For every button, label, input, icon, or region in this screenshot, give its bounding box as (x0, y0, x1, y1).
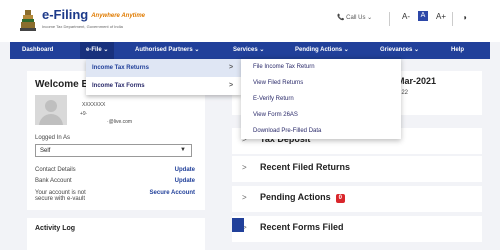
accordion-title-text: Pending Actions (260, 192, 331, 202)
pending-count-badge: 0 (335, 194, 346, 203)
menu-item-income-tax-forms[interactable]: Income Tax Forms > (86, 77, 241, 95)
phone-icon: 📞 (337, 15, 345, 21)
font-decrease-button[interactable]: A- (402, 12, 410, 21)
logged-in-as-label: Logged In As (35, 135, 71, 141)
divider (389, 12, 390, 26)
user-email: ·@live.com (107, 119, 133, 125)
call-us-label: Call Us (346, 15, 366, 21)
activity-log-title: Activity Log (35, 225, 76, 232)
submenu-view-filed-returns[interactable]: View Filed Returns (241, 75, 401, 91)
activity-log-card[interactable]: Activity Log (27, 218, 205, 250)
avatar-body (39, 114, 63, 125)
top-header: e-Filing Anywhere Anytime Income Tax Depa… (0, 0, 500, 42)
logo-text: e-Filing (42, 7, 89, 22)
accordion-recent-forms-filed[interactable]: > Recent Forms Filed (232, 216, 482, 242)
national-emblem-icon (20, 10, 36, 31)
selected-value: Self (40, 148, 51, 154)
accordion-title: Pending Actions 0 (260, 192, 346, 203)
logged-in-as-select[interactable]: Self ▼ (35, 144, 192, 157)
submenu-label: Download Pre-Filled Data (253, 128, 322, 134)
user-name: XXXXXXX (82, 102, 106, 108)
site-logo[interactable]: e-Filing Anywhere Anytime (42, 7, 145, 22)
submenu-e-verify-return[interactable]: E-Verify Return (241, 91, 401, 107)
nav-efile[interactable]: e-File ⌄ (80, 42, 115, 59)
submenu-view-form-26as[interactable]: View Form 26AS (241, 107, 401, 123)
efile-dropdown-menu: Income Tax Returns > Income Tax Forms > (86, 59, 241, 95)
submenu-download-prefilled-data[interactable]: Download Pre-Filled Data (241, 123, 401, 139)
nav-help[interactable]: Help (451, 42, 464, 59)
welcome-heading: Welcome B (35, 79, 89, 90)
account-security-row: Your account is not secure with e-vault … (35, 190, 195, 202)
caret-down-icon: ▼ (180, 147, 186, 153)
nav-authorised-partners[interactable]: Authorised Partners ⌄ (135, 42, 199, 59)
submenu-label: View Filed Returns (253, 80, 304, 86)
income-tax-returns-submenu: File Income Tax Return View Filed Return… (241, 57, 401, 139)
contact-details-row: Contact Details Update (35, 167, 195, 173)
filing-due-date: Mar-2021 (397, 76, 437, 86)
avatar (35, 95, 67, 125)
secure-account-link[interactable]: Secure Account (150, 190, 195, 196)
bank-update-link[interactable]: Update (175, 178, 195, 184)
menu-item-income-tax-returns[interactable]: Income Tax Returns > (86, 59, 241, 77)
contact-details-label: Contact Details (35, 167, 76, 173)
font-normal-button[interactable]: A (418, 11, 428, 21)
submenu-label: File Income Tax Return (253, 64, 315, 70)
account-warning-line2: secure with e-vault (35, 196, 86, 202)
chevron-right-icon: > (242, 193, 247, 202)
user-phone: +9· (80, 111, 88, 117)
avatar-head (45, 100, 57, 112)
accordion-pending-actions[interactable]: > Pending Actions 0 (232, 186, 482, 212)
bank-account-label: Bank Account (35, 178, 72, 184)
logo-tagline: Anywhere Anytime (91, 12, 146, 19)
contact-update-link[interactable]: Update (175, 167, 195, 173)
nav-dashboard[interactable]: Dashboard (22, 42, 53, 59)
accordion-recent-filed-returns[interactable]: > Recent Filed Returns (232, 156, 482, 182)
side-action-tab[interactable] (232, 218, 244, 232)
call-us-button[interactable]: 📞 Call Us ⌄ (337, 14, 372, 21)
chevron-right-icon: > (242, 163, 247, 172)
chevron-right-icon: > (229, 64, 234, 71)
font-increase-button[interactable]: A+ (436, 12, 446, 21)
submenu-label: E-Verify Return (253, 96, 294, 102)
accordion-title: Recent Forms Filed (260, 222, 344, 232)
menu-item-label: Income Tax Forms (92, 83, 145, 89)
bank-account-row: Bank Account Update (35, 178, 195, 184)
accordion-title: Recent Filed Returns (260, 162, 351, 172)
submenu-label: View Form 26AS (253, 112, 298, 118)
menu-item-label: Income Tax Returns (92, 65, 149, 71)
submenu-file-income-tax-return[interactable]: File Income Tax Return (241, 59, 401, 75)
logo-subtitle: Income Tax Department, Government of Ind… (42, 24, 123, 29)
chevron-right-icon: > (229, 82, 234, 89)
divider (452, 12, 453, 26)
contrast-icon[interactable]: ◑ (462, 13, 467, 22)
chevron-down-icon: ⌄ (367, 15, 373, 21)
